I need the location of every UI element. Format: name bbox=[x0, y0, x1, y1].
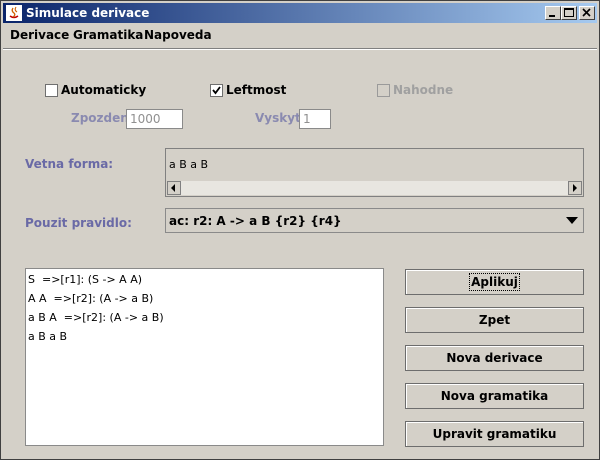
automaticky-checkbox[interactable] bbox=[45, 84, 58, 97]
menu-separator bbox=[3, 48, 597, 50]
nova-gramatika-button[interactable]: Nova gramatika bbox=[405, 383, 584, 409]
list-item: a B a B bbox=[28, 330, 68, 343]
aplikuj-button-label: Aplikuj bbox=[469, 273, 520, 291]
arrow-left-icon bbox=[171, 184, 175, 192]
leftmost-label: Leftmost bbox=[226, 83, 287, 97]
list-item: A A =>[r2]: (A -> a B) bbox=[28, 292, 154, 305]
menu-napoveda[interactable]: Napoveda bbox=[144, 28, 212, 42]
close-button[interactable] bbox=[579, 6, 595, 20]
zpozdeni-label: Zpozdeni bbox=[71, 111, 133, 125]
list-item: S =>[r1]: (S -> A A) bbox=[28, 273, 143, 286]
leftmost-checkbox[interactable] bbox=[210, 84, 223, 97]
minimize-icon bbox=[549, 15, 555, 17]
menu-derivace[interactable]: Derivace bbox=[10, 28, 69, 42]
window-title: Simulace derivace bbox=[26, 6, 150, 20]
close-icon bbox=[582, 8, 591, 17]
pravidlo-combobox[interactable]: ac: r2: A -> a B {r2} {r4} bbox=[165, 208, 584, 233]
vyskyt-field[interactable]: 1 bbox=[299, 109, 331, 129]
nova-gramatika-button-label: Nova gramatika bbox=[440, 389, 549, 403]
arrow-right-icon bbox=[573, 184, 577, 192]
nahodne-checkbox[interactable] bbox=[377, 84, 390, 97]
vetna-forma-label: Vetna forma: bbox=[25, 157, 114, 171]
pravidlo-selected: ac: r2: A -> a B {r2} {r4} bbox=[169, 214, 342, 228]
main-window: Simulace derivace Derivace Gramatika Nap… bbox=[0, 0, 600, 460]
aplikuj-button[interactable]: Aplikuj bbox=[405, 269, 584, 295]
nova-derivace-button-label: Nova derivace bbox=[446, 351, 543, 365]
vetna-forma-value: a B a B bbox=[169, 158, 209, 171]
nahodne-label: Nahodne bbox=[393, 83, 454, 97]
scroll-left-button[interactable] bbox=[167, 181, 181, 195]
dropdown-arrow-icon[interactable] bbox=[566, 217, 578, 225]
maximize-button[interactable] bbox=[561, 6, 577, 20]
pravidlo-label: Pouzit pravidlo: bbox=[25, 216, 132, 230]
maximize-icon bbox=[564, 8, 574, 17]
automaticky-label: Automaticky bbox=[61, 83, 147, 97]
zpozdeni-field[interactable]: 1000 bbox=[126, 109, 183, 129]
vyskyt-label: Vyskyt bbox=[255, 111, 301, 125]
title-bar[interactable]: Simulace derivace bbox=[3, 3, 597, 23]
java-app-icon bbox=[6, 5, 22, 21]
upravit-gramatiku-button[interactable]: Upravit gramatiku bbox=[405, 421, 584, 447]
menu-gramatika[interactable]: Gramatika bbox=[73, 28, 143, 42]
zpet-button-label: Zpet bbox=[478, 313, 511, 327]
checkmark-icon bbox=[212, 86, 221, 95]
list-item: a B A =>[r2]: (A -> a B) bbox=[28, 311, 164, 324]
upravit-gramatiku-button-label: Upravit gramatiku bbox=[432, 427, 557, 441]
scroll-right-button[interactable] bbox=[568, 181, 582, 195]
zpet-button[interactable]: Zpet bbox=[405, 307, 584, 333]
menu-bar: Derivace Gramatika Napoveda bbox=[3, 25, 597, 47]
horizontal-scrollbar[interactable] bbox=[167, 181, 582, 195]
minimize-button[interactable] bbox=[545, 6, 561, 20]
derivation-list[interactable]: S =>[r1]: (S -> A A) A A =>[r2]: (A -> a… bbox=[25, 268, 384, 446]
vetna-forma-panel: a B a B bbox=[165, 148, 584, 197]
nova-derivace-button[interactable]: Nova derivace bbox=[405, 345, 584, 371]
